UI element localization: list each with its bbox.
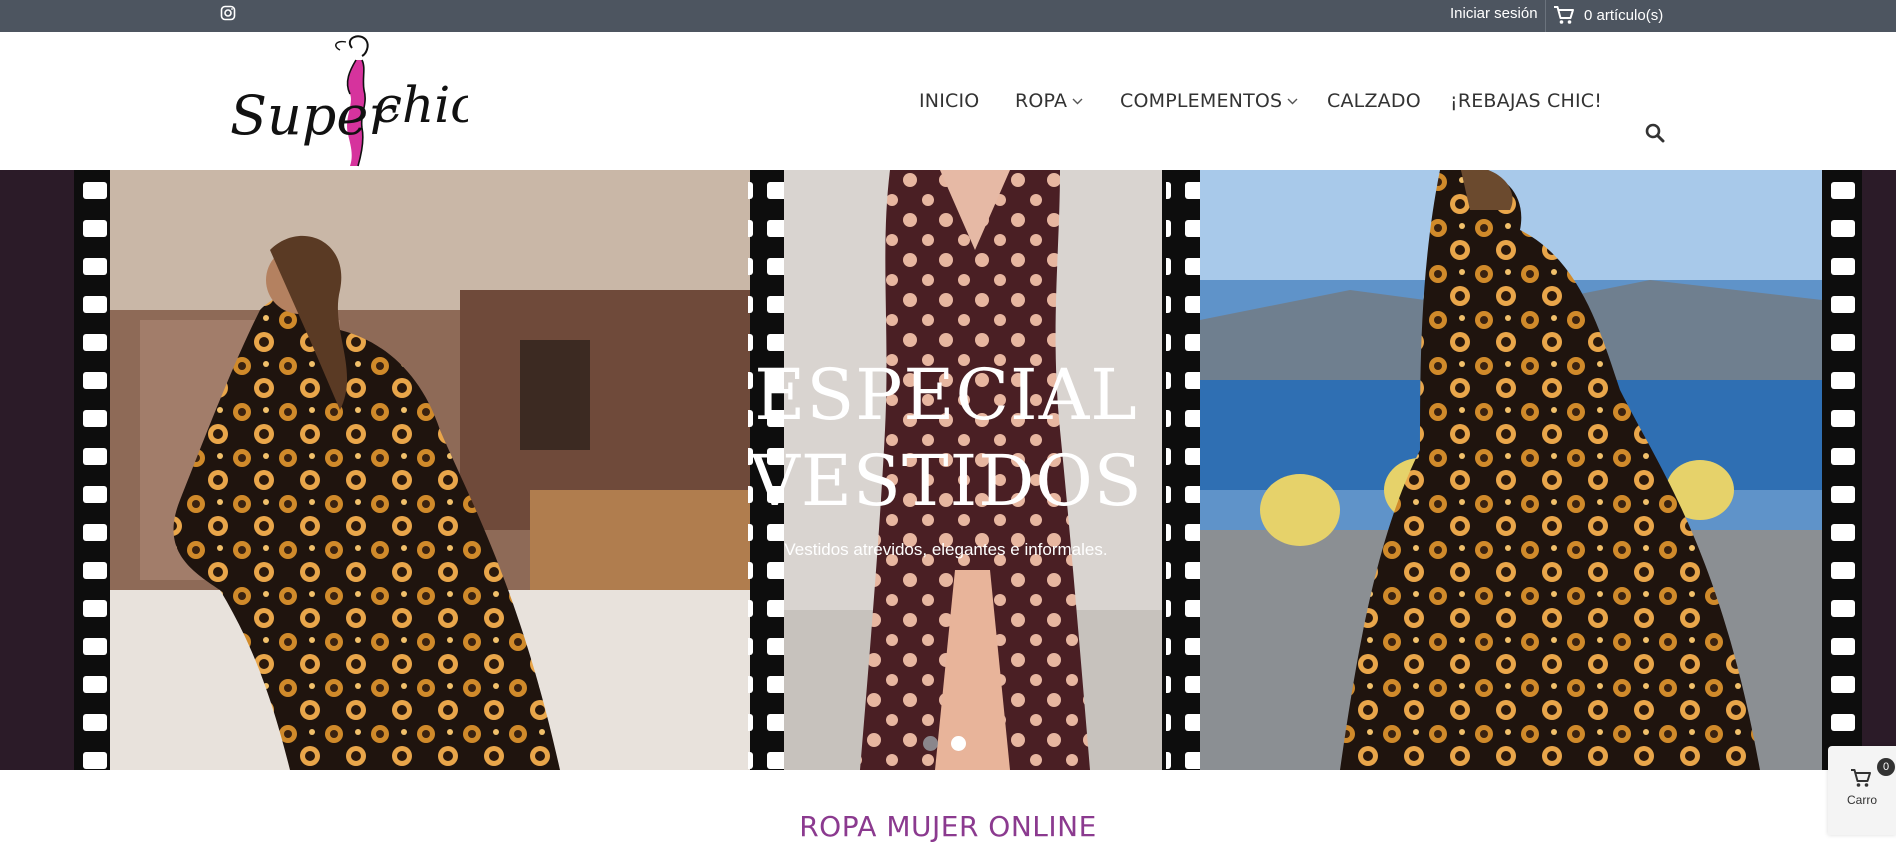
nav-label: ROPA (1015, 90, 1068, 112)
instagram-icon[interactable] (220, 5, 236, 21)
hero-subtitle: Vestidos atrevidos, elegantes e informal… (784, 540, 1108, 559)
nav-label: COMPLEMENTOS (1120, 90, 1283, 112)
nav-item-inicio[interactable]: INICIO (919, 90, 979, 112)
floating-cart-label: Carro (1846, 793, 1877, 807)
nav-label: INICIO (919, 90, 980, 112)
nav-label: CALZADO (1327, 90, 1421, 112)
chevron-down-icon (1072, 98, 1083, 105)
nav-label: ¡REBAJAS CHIC! (1450, 90, 1603, 112)
hero-slider[interactable]: ESPECIAL VESTIDOS Vestidos atrevidos, el… (0, 170, 1896, 770)
site-header: Super chic INICIO ROPA COMPLEMENTOS CALZ… (0, 32, 1896, 170)
nav-item-complementos[interactable]: COMPLEMENTOS (1120, 90, 1298, 112)
login-link[interactable]: Iniciar sesión (1450, 5, 1538, 22)
slider-dot-2-active[interactable] (951, 736, 966, 751)
floating-cart-button[interactable]: 0 Carro (1828, 746, 1896, 835)
nav-item-ropa[interactable]: ROPA (1015, 90, 1083, 112)
hero-title-line1: ESPECIAL (754, 354, 1138, 436)
top-bar: Iniciar sesión 0 artículo(s) (0, 0, 1896, 32)
slider-dot-1[interactable] (923, 736, 938, 751)
search-icon[interactable] (1645, 123, 1665, 143)
cart-count-label: 0 artículo(s) (1584, 6, 1664, 24)
cart-icon (1851, 769, 1871, 787)
topbar-cart-link[interactable]: 0 artículo(s) (1553, 3, 1663, 27)
nav-item-rebajas[interactable]: ¡REBAJAS CHIC! (1450, 90, 1602, 112)
cart-count-badge: 0 (1877, 758, 1895, 776)
topbar-divider (1545, 0, 1546, 32)
main-nav: INICIO ROPA COMPLEMENTOS CALZADO ¡REBAJA… (0, 90, 1896, 120)
hero-title: ESPECIAL VESTIDOS (746, 352, 1146, 524)
hero-title-line2: VESTIDOS (749, 440, 1143, 522)
chevron-down-icon (1287, 98, 1298, 105)
section-title: ROPA MUJER ONLINE (799, 810, 1097, 843)
cart-icon (1554, 6, 1574, 24)
nav-item-calzado[interactable]: CALZADO (1327, 90, 1421, 112)
